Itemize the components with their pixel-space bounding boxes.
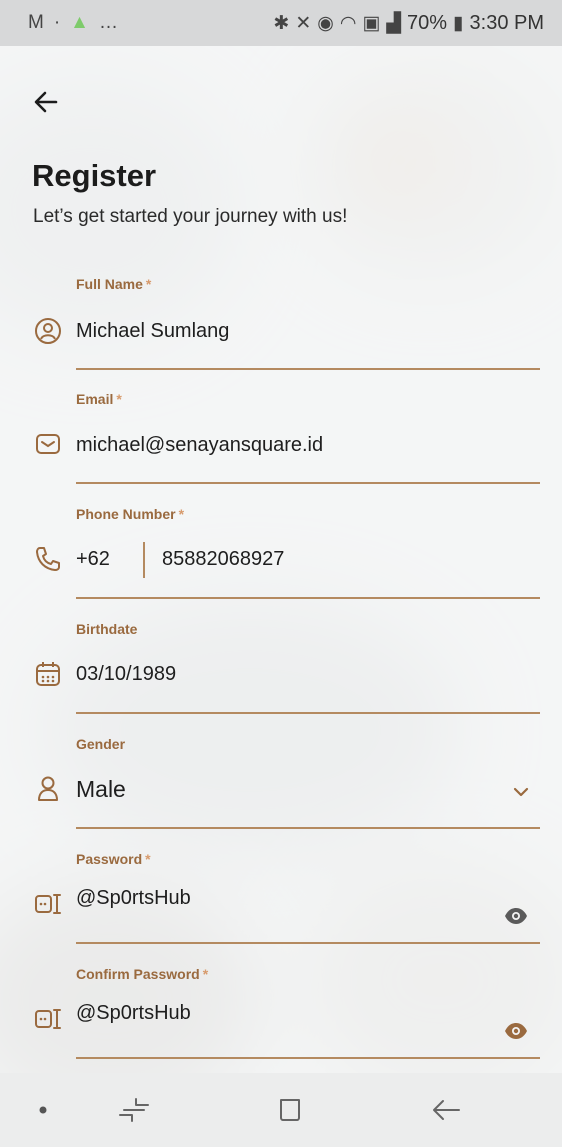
email-field: Email * michael@senayansquare.id [0,391,562,501]
confirm-password-underline [76,1057,540,1059]
recent-apps-icon [119,1098,149,1122]
home-button[interactable] [268,1093,312,1127]
mute-icon: ✕ [295,12,312,34]
full-name-input[interactable]: Michael Sumlang [76,320,229,343]
phone-divider [143,542,145,578]
password-field: Password * @Sp0rtsHub [0,851,562,961]
person-icon [38,776,58,801]
full-name-field: Full Name * Michael Sumlang [0,276,562,386]
nav-dot-button[interactable] [28,1093,58,1127]
page-subtitle: Let’s get started your journey with us! [33,206,348,227]
status-bar: M · ▲ … ✱ ✕ ◉ ◠ ▣ ▟ 70% ▮ 3:30 PM [0,0,562,46]
back-arrow-icon[interactable] [30,86,62,118]
password-underline [76,942,540,944]
back-icon [433,1100,460,1120]
page-title: Register [32,158,157,193]
confirm-password-input[interactable]: @Sp0rtsHub [76,1002,191,1025]
key-icon [35,1009,61,1029]
signal-icon: ▟ [386,12,402,34]
gender-select[interactable]: Male [76,776,126,803]
email-label: Email * [76,391,122,407]
email-input[interactable]: michael@senayansquare.id [76,434,323,457]
full-name-label: Full Name * [76,276,152,292]
birthdate-underline [76,712,540,714]
eye-icon[interactable] [503,903,529,929]
dial-code-select[interactable]: +62 [76,548,110,571]
chevron-down-icon[interactable] [510,781,532,803]
phone-underline [76,597,540,599]
battery-icon: ▮ [453,12,464,34]
phone-input[interactable]: 85882068927 [162,548,284,571]
recent-apps-button[interactable] [112,1093,156,1127]
full-name-underline [76,368,540,370]
key-icon [35,894,61,914]
wifi-icon: ◠ [339,12,357,34]
app-notification-icon: ▲ [70,12,89,33]
register-screen: Register Let’s get started your journey … [0,46,562,1066]
calendar-icon[interactable] [33,659,63,689]
battery-percent: 70% [407,11,448,34]
alarm-icon: ◉ [317,12,334,34]
eye-icon[interactable] [503,1018,529,1044]
gender-underline [76,827,540,829]
separator-dot-icon: · [53,12,61,33]
bluetooth-icon: ✱ [273,12,290,34]
password-label: Password * [76,851,151,867]
phone-label: Phone Number * [76,506,185,522]
clock: 3:30 PM [469,11,544,34]
password-input[interactable]: @Sp0rtsHub [76,887,191,910]
system-icons: ✱ ✕ ◉ ◠ ▣ ▟ 70% ▮ 3:30 PM [273,12,544,35]
notification-icons: M · ▲ … [28,12,118,34]
mail-icon [36,434,60,454]
more-notifications-icon: … [98,12,118,33]
home-icon [280,1099,300,1121]
birthdate-input[interactable]: 03/10/1989 [76,663,176,686]
gender-field: Gender Male [0,736,562,846]
system-nav-bar [0,1073,562,1147]
user-circle-icon [35,318,61,344]
confirm-password-field: Confirm Password * @Sp0rtsHub [0,966,562,1076]
confirm-password-label: Confirm Password * [76,966,209,982]
phone-field: Phone Number * +62 85882068927 [0,506,562,616]
gender-label: Gender [76,736,126,752]
back-button[interactable] [424,1093,468,1127]
email-underline [76,482,540,484]
phone-icon [36,547,60,571]
birthdate-field: Birthdate 03/10/1989 [0,621,562,731]
data-icon: ▣ [362,12,381,34]
dot-icon [39,1106,47,1114]
gmail-icon: M [28,12,44,33]
birthdate-label: Birthdate [76,621,138,637]
